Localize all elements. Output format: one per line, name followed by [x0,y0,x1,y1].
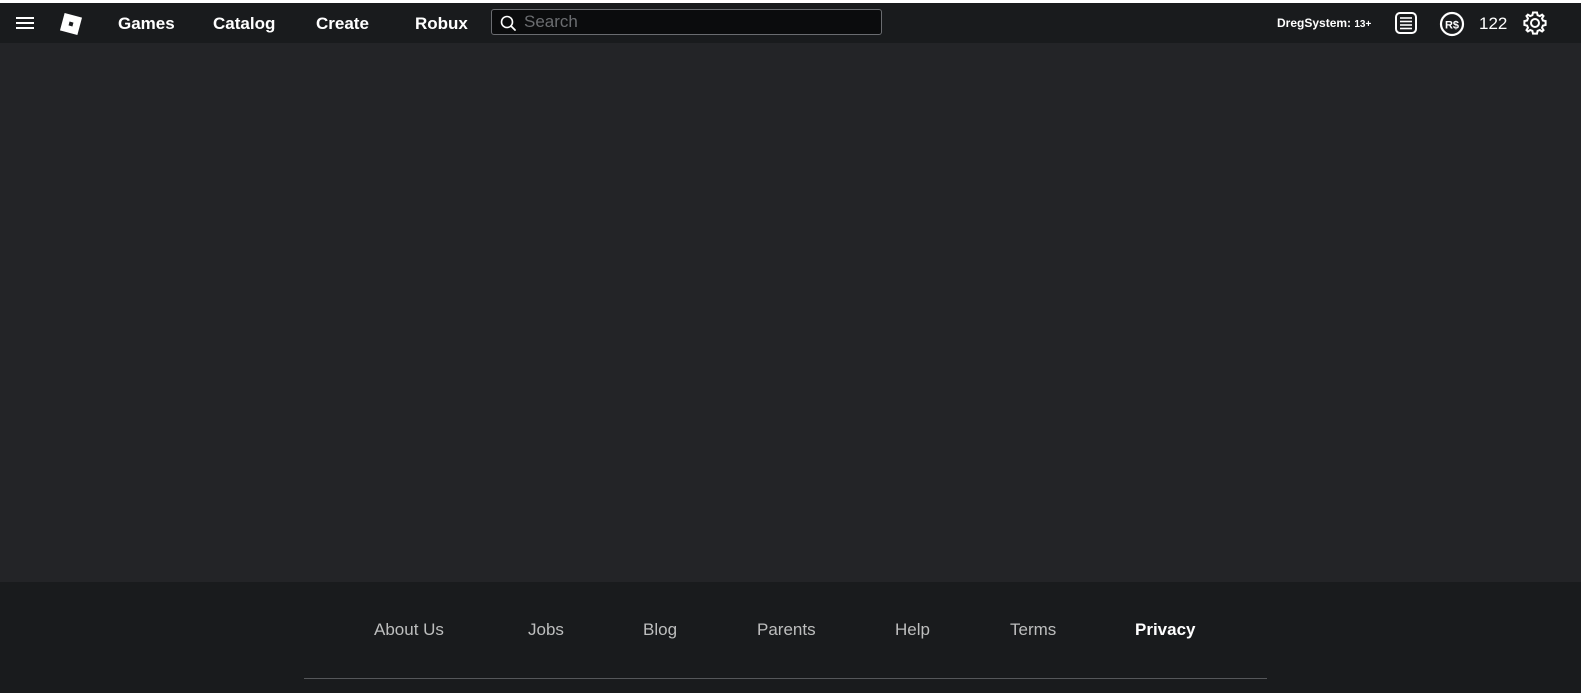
gear-icon [1523,11,1547,35]
nav-link-games[interactable]: Games [118,14,175,34]
footer-link-help[interactable]: Help [895,620,930,640]
footer-link-parents[interactable]: Parents [757,620,816,640]
nav-link-create[interactable]: Create [316,14,369,34]
robux-balance[interactable]: 122 [1479,14,1507,34]
age-rating-tag: 13+ [1354,19,1372,30]
username-link[interactable]: DregSystem: 13+ [1277,16,1371,30]
notifications-icon [1395,12,1417,34]
search-input[interactable] [524,10,874,34]
footer-link-jobs[interactable]: Jobs [528,620,564,640]
nav-link-robux[interactable]: Robux [415,14,468,34]
username-label: DregSystem: [1277,16,1352,30]
settings-button[interactable] [1522,10,1548,36]
hamburger-menu-button[interactable] [12,11,38,35]
roblox-logo-icon [59,12,83,36]
robux-icon: R$ [1439,11,1465,37]
footer-link-blog[interactable]: Blog [643,620,677,640]
svg-text:R$: R$ [1445,20,1459,32]
roblox-logo-button[interactable] [58,11,84,37]
hamburger-menu-icon [16,17,34,29]
footer-divider [304,678,1267,679]
main-content-area [0,43,1581,582]
robux-button[interactable]: R$ [1439,11,1465,37]
footer-link-about-us[interactable]: About Us [374,620,444,640]
top-navigation-bar: Games Catalog Create Robux DregSystem: 1… [0,3,1581,43]
notifications-button[interactable] [1394,11,1418,35]
search-box[interactable] [491,9,882,35]
search-icon [500,15,516,31]
footer-link-privacy[interactable]: Privacy [1135,620,1196,640]
nav-link-catalog[interactable]: Catalog [213,14,275,34]
footer: About Us Jobs Blog Parents Help Terms Pr… [0,582,1581,693]
footer-link-terms[interactable]: Terms [1010,620,1056,640]
